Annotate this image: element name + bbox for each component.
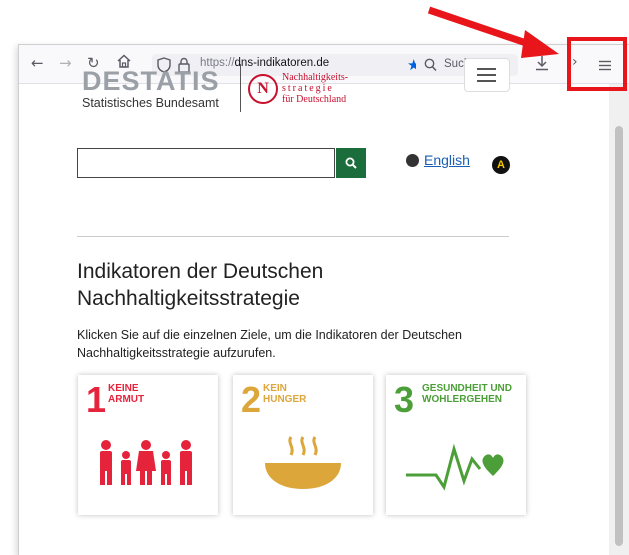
goal-card-3[interactable]: 3 GESUNDHEIT UND WOHLERGEHEN <box>386 375 526 515</box>
divider <box>77 236 509 237</box>
url-host: dns-indikatoren.de <box>234 57 330 69</box>
english-language-link[interactable]: English <box>424 152 470 168</box>
annotation-highlight-box <box>567 37 627 91</box>
goal-title: GESUNDHEIT UND WOHLERGEHEN <box>422 383 512 405</box>
nachhaltigkeit-n-logo-icon[interactable]: N <box>248 74 278 104</box>
heartbeat-icon <box>406 443 504 491</box>
forward-icon[interactable]: → <box>59 54 72 72</box>
nh-line-2: strategie <box>282 83 334 94</box>
goal-title-line-1: GESUNDHEIT UND <box>422 383 513 394</box>
globe-icon <box>406 154 419 167</box>
goal-title-line-2: ARMUT <box>108 394 145 405</box>
hamburger-line <box>477 74 496 76</box>
family-icon <box>100 440 192 485</box>
destatis-logo-text: DESTATIS <box>82 66 220 96</box>
intro-text: Klicken Sie auf die einzelnen Ziele, um … <box>77 328 462 360</box>
nachhaltigkeitsstrategie-logo-text[interactable]: Nachhaltigkeits- strategie für Deutschla… <box>282 72 348 105</box>
back-icon[interactable]: ← <box>31 54 44 72</box>
annotation-arrow-icon <box>427 6 559 58</box>
search-icon <box>345 157 357 169</box>
accessibility-icon[interactable]: A <box>492 156 510 174</box>
goal-title: KEIN HUNGER <box>263 383 306 405</box>
page-scrollbar[interactable] <box>609 84 629 555</box>
scroll-thumb[interactable] <box>615 126 623 546</box>
hamburger-line <box>477 80 496 82</box>
hamburger-line <box>477 68 496 70</box>
destatis-logo-subtitle: Statistisches Bundesamt <box>82 96 219 110</box>
site-search-input[interactable] <box>77 148 335 178</box>
nh-line-1: Nachhaltigkeits- <box>282 72 349 83</box>
nh-line-3: für Deutschland <box>282 94 347 105</box>
goal-number: 2 <box>241 379 262 420</box>
site-search-button[interactable] <box>336 148 366 178</box>
goal-number: 3 <box>394 379 415 420</box>
logo-divider <box>240 64 241 112</box>
goal-title-line-2: HUNGER <box>263 394 307 405</box>
food-bowl-icon <box>265 436 341 489</box>
page-title: Indikatoren der Deutschen Nachhaltigkeit… <box>77 260 324 310</box>
goal-card-1[interactable]: 1 KEINE ARMUT <box>78 375 218 515</box>
goal-title: KEINE ARMUT <box>108 383 144 405</box>
goal-title-line-2: WOHLERGEHEN <box>422 394 502 405</box>
goal-number: 1 <box>86 379 107 420</box>
goal-card-2[interactable]: 2 KEIN HUNGER <box>233 375 373 515</box>
goal-title-line-1: KEIN <box>263 383 287 394</box>
goal-title-line-1: KEINE <box>108 383 139 394</box>
